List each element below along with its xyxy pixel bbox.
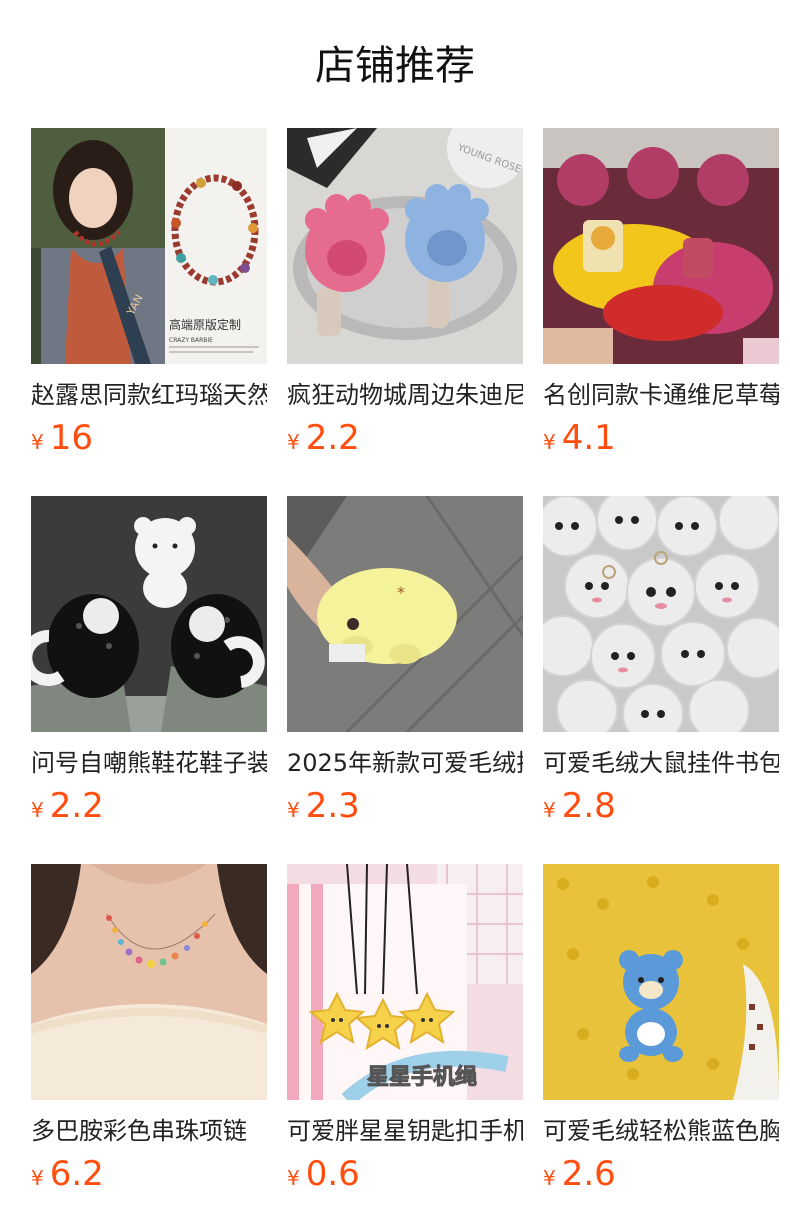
product-image[interactable]: YAN 高端原版定制 CRAZY BARBIE bbox=[31, 128, 267, 364]
price-value: 0.6 bbox=[305, 1154, 360, 1194]
product-image[interactable] bbox=[543, 864, 779, 1100]
currency-symbol: ¥ bbox=[31, 1166, 44, 1190]
blue-bear-brooch-photo bbox=[543, 864, 779, 1100]
product-price: ¥16 bbox=[31, 416, 93, 460]
product-price: ¥4.1 bbox=[543, 416, 616, 460]
brand-text: CRAZY BARBIE bbox=[169, 337, 213, 344]
currency-symbol: ¥ bbox=[287, 1166, 300, 1190]
bead-necklace-photo bbox=[31, 864, 267, 1100]
product-card[interactable]: 可爱毛绒大鼠挂件书包挂饰 ¥2.8 bbox=[543, 496, 779, 864]
price-value: 2.8 bbox=[561, 786, 616, 826]
price-value: 2.2 bbox=[49, 786, 104, 826]
product-card[interactable]: 星星手机绳 可爱胖星星钥匙扣手机绳 ¥0.6 bbox=[287, 864, 523, 1232]
overlay-text: 星星手机绳 bbox=[367, 1064, 477, 1090]
product-card[interactable]: 问号自嘲熊鞋花鞋子装饰 ¥2.2 bbox=[31, 496, 267, 864]
product-name[interactable]: 多巴胺彩色串珠项链 bbox=[31, 1114, 267, 1148]
product-image[interactable] bbox=[31, 864, 267, 1100]
paw-plush-photo: YOUNG ROSE bbox=[287, 128, 523, 364]
product-name[interactable]: 疯狂动物城周边朱迪尼克毛绒猫爪挂件 bbox=[287, 378, 523, 412]
product-name[interactable]: 名创同款卡通维尼草莓熊毛绒发圈 bbox=[543, 378, 779, 412]
currency-symbol: ¥ bbox=[31, 798, 44, 822]
product-price: ¥2.3 bbox=[287, 784, 360, 828]
product-image[interactable] bbox=[31, 496, 267, 732]
star-phone-strap-photo: 星星手机绳 bbox=[287, 864, 523, 1100]
currency-symbol: ¥ bbox=[543, 798, 556, 822]
product-price: ¥2.8 bbox=[543, 784, 616, 828]
price-value: 2.3 bbox=[305, 786, 360, 826]
product-name[interactable]: 可爱毛绒大鼠挂件书包挂饰 bbox=[543, 746, 779, 780]
product-image[interactable]: YOUNG ROSE bbox=[287, 128, 523, 364]
product-card[interactable]: YAN 高端原版定制 CRAZY BARBIE 赵露思同款红玛瑙天然 ¥ 16 bbox=[31, 128, 267, 496]
price-value: 2.6 bbox=[561, 1154, 616, 1194]
currency-symbol: ¥ bbox=[287, 798, 300, 822]
product-image[interactable] bbox=[543, 496, 779, 732]
product-grid: YAN 高端原版定制 CRAZY BARBIE 赵露思同款红玛瑙天然 ¥ 16 … bbox=[31, 128, 779, 1232]
product-image[interactable] bbox=[543, 128, 779, 364]
currency-symbol: ¥ bbox=[31, 430, 44, 454]
yellow-plush-photo: * bbox=[287, 496, 523, 732]
price-value: 6.2 bbox=[49, 1154, 104, 1194]
section-title: 店铺推荐 bbox=[315, 43, 475, 89]
necklace-photo: YAN 高端原版定制 CRAZY BARBIE bbox=[31, 128, 267, 364]
price-value: 16 bbox=[49, 418, 93, 458]
product-price: ¥0.6 bbox=[287, 1152, 360, 1196]
currency-symbol: ¥ bbox=[543, 430, 556, 454]
product-image[interactable]: 星星手机绳 bbox=[287, 864, 523, 1100]
price-value: 2.2 bbox=[305, 418, 360, 458]
product-price: ¥6.2 bbox=[31, 1152, 104, 1196]
product-card[interactable]: * 2025年新款可爱毛绒挂件 ¥2.3 bbox=[287, 496, 523, 864]
product-price: ¥2.2 bbox=[31, 784, 104, 828]
currency-symbol: ¥ bbox=[287, 430, 300, 454]
product-price: ¥2.2 bbox=[287, 416, 360, 460]
bear-shoe-charm-photo bbox=[31, 496, 267, 732]
price-value: 4.1 bbox=[561, 418, 616, 458]
mouse-plush-pile-photo bbox=[543, 496, 779, 732]
product-card[interactable]: 名创同款卡通维尼草莓熊毛绒发圈 ¥4.1 bbox=[543, 128, 779, 496]
product-name[interactable]: 问号自嘲熊鞋花鞋子装饰 bbox=[31, 746, 267, 780]
product-card[interactable]: YOUNG ROSE 疯狂动物城周边朱迪尼克毛绒猫爪挂件 bbox=[287, 128, 523, 496]
overlay-text: 高端原版定制 bbox=[169, 317, 241, 332]
product-card[interactable]: 多巴胺彩色串珠项链 ¥6.2 bbox=[31, 864, 267, 1232]
scrunchie-photo bbox=[543, 128, 779, 364]
svg-text:*: * bbox=[397, 583, 405, 602]
product-name[interactable]: 赵露思同款红玛瑙天然石项链 bbox=[31, 378, 267, 412]
currency-symbol: ¥ bbox=[543, 1166, 556, 1190]
product-name[interactable]: 可爱胖星星钥匙扣手机绳 bbox=[287, 1114, 523, 1148]
product-name[interactable]: 2025年新款可爱毛绒挂件 bbox=[287, 746, 523, 780]
product-price: ¥2.6 bbox=[543, 1152, 616, 1196]
product-image[interactable]: * bbox=[287, 496, 523, 732]
product-card[interactable]: 可爱毛绒轻松熊蓝色胸针 ¥2.6 bbox=[543, 864, 779, 1232]
product-name[interactable]: 可爱毛绒轻松熊蓝色胸针 bbox=[543, 1114, 779, 1148]
